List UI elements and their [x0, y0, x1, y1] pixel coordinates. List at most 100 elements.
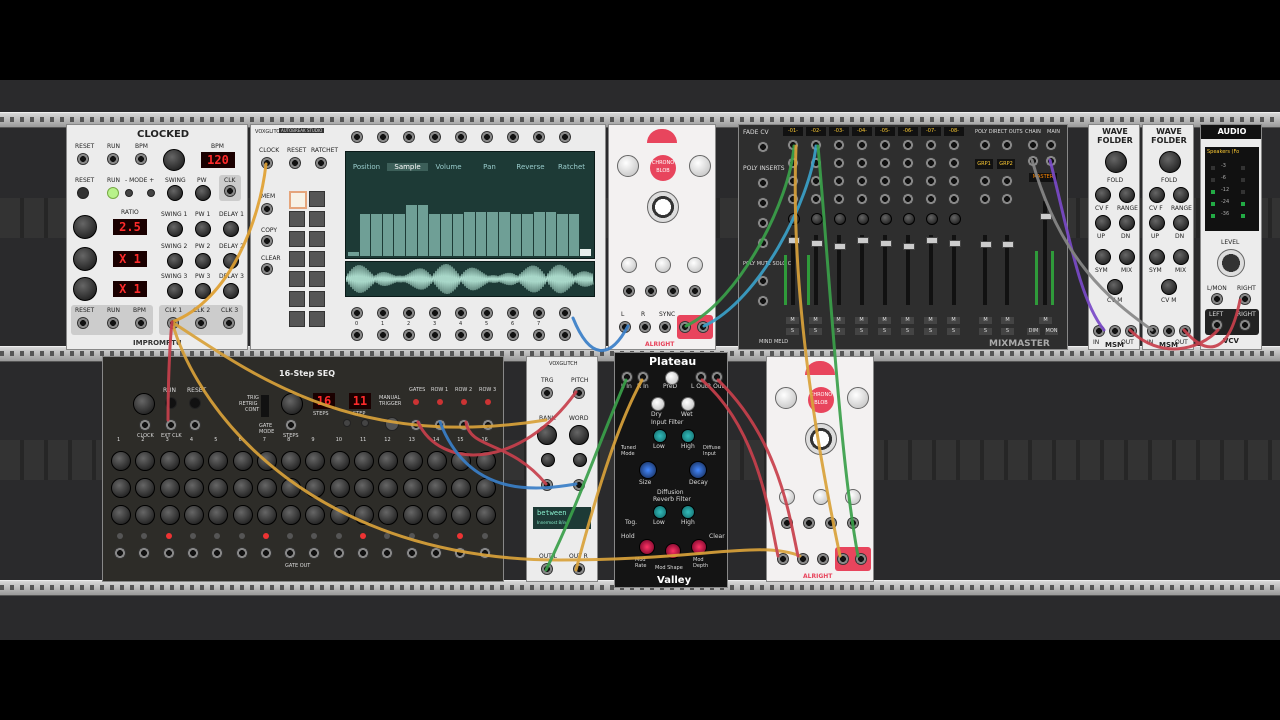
out-jack[interactable]	[1179, 325, 1191, 337]
channel-jack[interactable]	[879, 157, 891, 169]
memory-slot[interactable]	[289, 211, 305, 227]
sync-jack[interactable]	[817, 553, 829, 565]
delay3-knob[interactable]	[223, 283, 239, 299]
reset-output-jack[interactable]	[77, 317, 89, 329]
solo-button[interactable]: S	[855, 328, 868, 335]
input-l-jack[interactable]	[777, 553, 789, 565]
clk2-output-jack[interactable]	[195, 317, 207, 329]
pan-knob[interactable]	[811, 213, 823, 225]
swing2-knob[interactable]	[167, 253, 183, 269]
cv-jack[interactable]	[623, 285, 635, 297]
channel-jack[interactable]	[902, 193, 914, 205]
channel-jack[interactable]	[856, 157, 868, 169]
input-high-knob[interactable]	[681, 429, 695, 443]
channel-jack[interactable]	[948, 175, 960, 187]
gate-mode-switch[interactable]	[261, 395, 269, 417]
step-row1-knob[interactable]	[451, 451, 472, 471]
mix-knob[interactable]	[805, 423, 837, 455]
run-button[interactable]	[165, 397, 177, 409]
channel-fader[interactable]	[791, 235, 795, 305]
memory-slot[interactable]	[289, 271, 305, 287]
step-row1-knob[interactable]	[378, 451, 399, 471]
row1-output-jack[interactable]	[434, 419, 446, 431]
channel-jack[interactable]	[810, 193, 822, 205]
solo-button[interactable]: S	[786, 328, 799, 335]
small-knob[interactable]	[779, 489, 795, 505]
step-row3-knob[interactable]	[256, 505, 277, 525]
channel-fader-cap[interactable]	[834, 243, 846, 250]
channel-jack[interactable]	[879, 193, 891, 205]
mix-knob[interactable]	[1173, 249, 1189, 265]
channel-jack[interactable]	[856, 193, 868, 205]
time-knob[interactable]	[775, 387, 797, 409]
memory-slot[interactable]	[309, 211, 325, 227]
step-cv-jack[interactable]	[377, 307, 389, 319]
step-row3-knob[interactable]	[159, 505, 180, 525]
cv-jack[interactable]	[825, 517, 837, 529]
channel-fader[interactable]	[929, 235, 933, 305]
sym-knob[interactable]	[1149, 249, 1165, 265]
step-row1-knob[interactable]	[475, 451, 496, 471]
channel-jack[interactable]	[833, 193, 845, 205]
step-jack[interactable]	[559, 131, 571, 143]
step-row1-knob[interactable]	[402, 451, 423, 471]
memory-slot[interactable]	[309, 271, 325, 287]
grp2-jack[interactable]	[1001, 193, 1013, 205]
run-output-jack[interactable]	[107, 317, 119, 329]
clock-jack[interactable]	[139, 419, 151, 431]
master-fader-cap[interactable]	[1040, 213, 1052, 220]
grp1-solo-button[interactable]: S	[979, 328, 992, 335]
step-row1-knob[interactable]	[208, 451, 229, 471]
channel-jack[interactable]	[787, 193, 799, 205]
solo-button[interactable]: S	[901, 328, 914, 335]
solo-cv-jack[interactable]	[757, 295, 769, 307]
mode-plus-button[interactable]	[147, 189, 155, 197]
grp1-mute-button[interactable]: M	[979, 317, 992, 324]
steps-knob[interactable]	[281, 393, 303, 415]
channel-jack[interactable]	[879, 175, 891, 187]
sequence-tabs[interactable]: Position Sample Volume Pan Reverse Ratchet	[346, 154, 594, 171]
pitch-jack[interactable]	[573, 387, 585, 399]
channel-jack[interactable]	[810, 139, 822, 151]
cvf-jack[interactable]	[1109, 325, 1121, 337]
sequence-step-bar[interactable]	[499, 212, 510, 256]
step-cv-jack[interactable]	[533, 329, 545, 341]
channel-jack[interactable]	[902, 157, 914, 169]
steps-jack[interactable]	[285, 419, 297, 431]
step-gate-jack[interactable]	[454, 547, 467, 559]
step-row3-knob[interactable]	[475, 505, 496, 525]
sequence-step-bar[interactable]	[371, 213, 382, 256]
pan-knob[interactable]	[926, 213, 938, 225]
delay1-knob[interactable]	[223, 221, 239, 237]
l-in-jack[interactable]	[621, 371, 633, 383]
step-jack[interactable]	[455, 131, 467, 143]
sequence-step-bar[interactable]	[348, 251, 359, 256]
plateau-module[interactable]: Plateau L In R In PreD L Out R Out Dry W…	[614, 352, 728, 588]
channel-jack[interactable]	[787, 175, 799, 187]
memory-slot[interactable]	[309, 291, 325, 307]
sync-jack[interactable]	[659, 321, 671, 333]
chain-jack[interactable]	[1027, 139, 1039, 151]
word-knob[interactable]	[569, 425, 589, 445]
step-gate-jack[interactable]	[162, 547, 175, 559]
step-plus-button[interactable]	[361, 419, 369, 427]
up-knob[interactable]	[1095, 215, 1111, 231]
output-l-jack[interactable]	[1211, 319, 1223, 331]
output-r-jack[interactable]	[697, 321, 709, 333]
out-l-jack[interactable]	[541, 563, 553, 575]
size-knob[interactable]	[639, 461, 657, 479]
up-knob[interactable]	[1149, 215, 1165, 231]
step-row3-knob[interactable]	[135, 505, 156, 525]
bpm-knob[interactable]	[163, 149, 185, 171]
sequence-step-bar[interactable]	[522, 213, 533, 256]
step-row1-knob[interactable]	[329, 451, 350, 471]
mod-shape-knob[interactable]	[665, 543, 681, 559]
small-knob[interactable]	[655, 257, 671, 273]
feedback-knob[interactable]	[847, 387, 869, 409]
channel-fader-cap[interactable]	[880, 240, 892, 247]
mute-button[interactable]: M	[947, 317, 960, 324]
sequence-step-bar[interactable]	[382, 213, 394, 256]
mode-minus-button[interactable]	[125, 189, 133, 197]
bpm-output-jack[interactable]	[135, 317, 147, 329]
insert-jack[interactable]	[757, 237, 769, 249]
